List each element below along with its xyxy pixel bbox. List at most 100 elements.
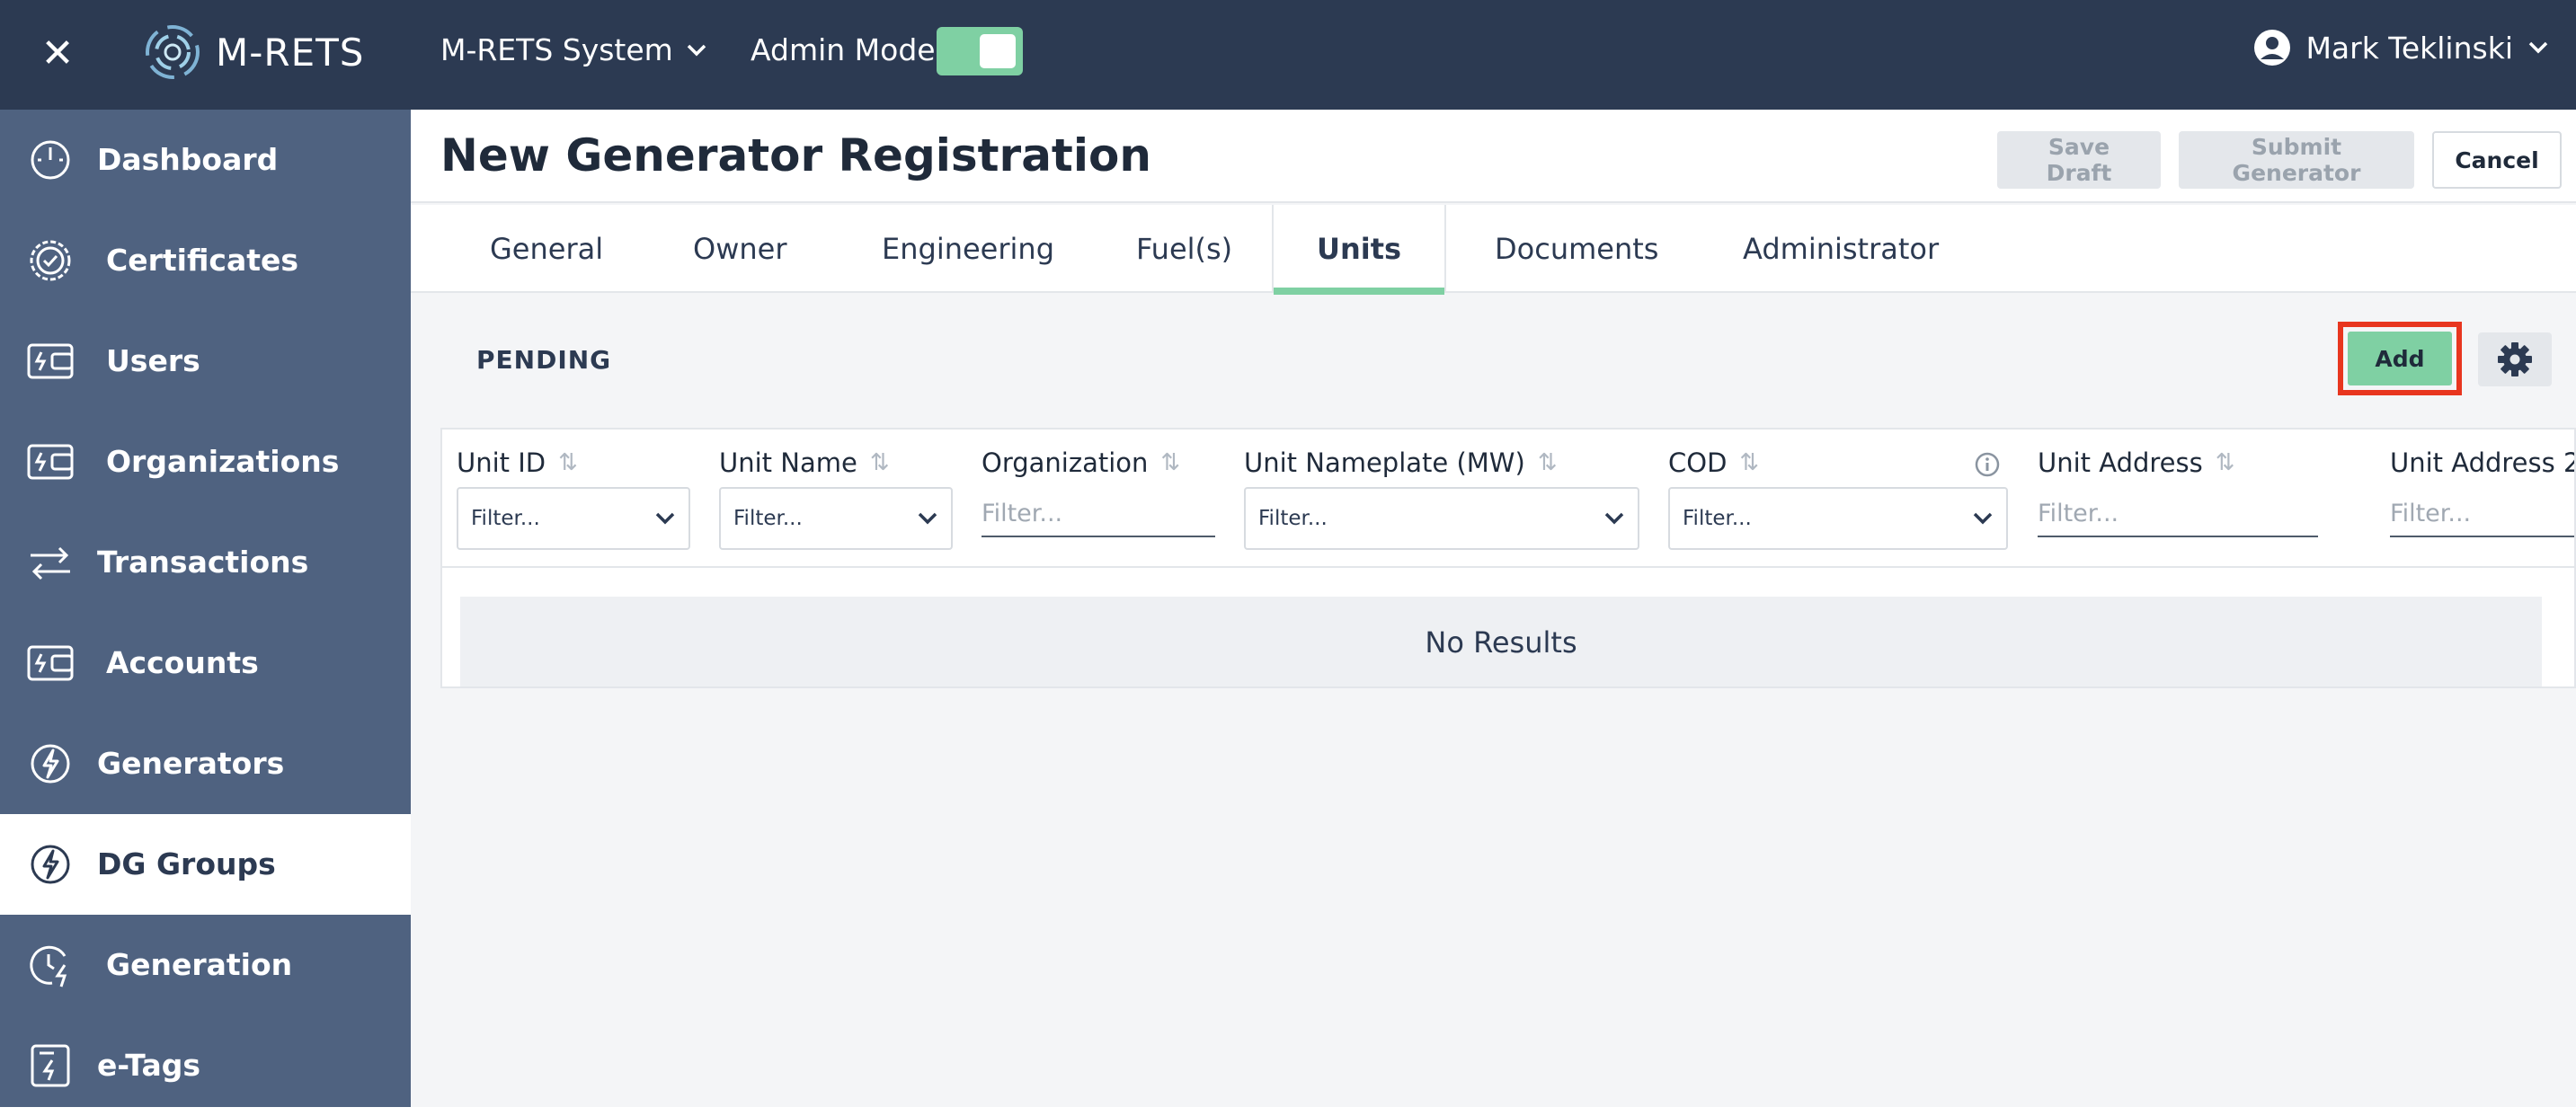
unit-nameplate-filter[interactable]: Filter... (1244, 487, 1639, 550)
sort-icon[interactable]: ⇅ (2216, 449, 2235, 476)
section-title: PENDING (476, 345, 612, 375)
save-draft-button[interactable]: Save Draft (1997, 131, 2161, 189)
filter-placeholder: Filter... (1683, 507, 1752, 530)
unit-address-2-filter-input[interactable] (2390, 491, 2574, 537)
sidebar-item-label: Organizations (106, 444, 340, 479)
sidebar-item-label: Generation (106, 947, 293, 982)
column-unit-name: Unit Name ⇅ Filter... (719, 447, 953, 550)
chevron-down-icon (1604, 512, 1624, 525)
dg-groups-icon (31, 845, 70, 884)
filter-placeholder: Filter... (733, 507, 803, 530)
organization-filter-input[interactable] (982, 491, 1215, 537)
sidebar-item-label: Accounts (106, 645, 259, 680)
filter-placeholder: Filter... (471, 507, 540, 530)
column-header: Unit Address (2038, 447, 2203, 478)
tab-fuels[interactable]: Fuel(s) (1136, 205, 1232, 293)
chevron-down-icon (687, 44, 706, 56)
sort-icon[interactable]: ⇅ (558, 449, 578, 476)
transactions-icon (31, 546, 70, 580)
tab-documents[interactable]: Documents (1495, 205, 1658, 293)
dashboard-icon (31, 140, 70, 180)
sidebar-item-label: Certificates (106, 243, 299, 278)
brand-name: M-RETS (216, 31, 365, 75)
sidebar-item-label: e-Tags (97, 1048, 201, 1083)
column-cod: COD ⇅ Filter... (1668, 447, 2008, 550)
column-unit-address: Unit Address ⇅ (2038, 447, 2318, 537)
tab-bar: General Owner Engineering Fuel(s) Units … (411, 205, 2576, 295)
main-content: New Generator Registration Save Draft Su… (411, 110, 2576, 1107)
table-divider (442, 566, 2574, 568)
chevron-down-icon (918, 512, 937, 525)
top-bar: ✕ M-RETS M-RETS System Admin Mode Mark T… (0, 0, 2576, 110)
chevron-down-icon (1973, 512, 1993, 525)
empty-state: No Results (460, 597, 2542, 686)
column-unit-nameplate: Unit Nameplate (MW) ⇅ Filter... (1244, 447, 1639, 550)
sidebar-item-label: Generators (97, 746, 285, 781)
gear-icon (2498, 342, 2532, 376)
column-header: Unit Name (719, 447, 857, 478)
certificate-icon (30, 240, 71, 281)
accounts-icon (27, 645, 74, 681)
sort-icon[interactable]: ⇅ (1739, 449, 1759, 476)
page-title: New Generator Registration (440, 129, 1151, 182)
filter-placeholder: Filter... (1258, 507, 1328, 530)
tab-engineering[interactable]: Engineering (882, 205, 1054, 293)
unit-name-filter[interactable]: Filter... (719, 487, 953, 550)
tab-administrator[interactable]: Administrator (1743, 205, 1939, 293)
sidebar-item-users[interactable]: Users (0, 311, 411, 412)
sidebar-item-certificates[interactable]: Certificates (0, 210, 411, 311)
sidebar-item-accounts[interactable]: Accounts (0, 613, 411, 713)
info-icon[interactable] (1974, 451, 2001, 478)
generation-icon (30, 945, 67, 988)
generators-icon (31, 744, 70, 784)
chevron-down-icon (655, 512, 675, 525)
tab-owner[interactable]: Owner (693, 205, 786, 293)
submit-generator-button[interactable]: Submit Generator (2179, 131, 2414, 189)
column-header: Unit Nameplate (MW) (1244, 447, 1525, 478)
sidebar-item-label: DG Groups (97, 846, 276, 881)
user-menu[interactable]: Mark Teklinski (2253, 29, 2549, 66)
m-rets-logo-icon (146, 25, 200, 79)
users-icon (27, 343, 74, 379)
close-icon[interactable]: ✕ (36, 32, 79, 75)
admin-mode-label: Admin Mode (751, 32, 936, 67)
column-header: Organization (982, 447, 1149, 478)
tab-units[interactable]: Units (1272, 205, 1446, 295)
sidebar-item-label: Dashboard (97, 142, 279, 177)
page-header: New Generator Registration Save Draft Su… (411, 110, 2576, 203)
sidebar-item-dashboard[interactable]: Dashboard (0, 110, 411, 210)
sidebar-item-label: Users (106, 343, 200, 378)
system-select-label: M-RETS System (440, 32, 673, 67)
unit-id-filter[interactable]: Filter... (457, 487, 690, 550)
etags-icon (31, 1044, 70, 1087)
sidebar-item-generation[interactable]: Generation (0, 915, 411, 1015)
cod-filter[interactable]: Filter... (1668, 487, 2008, 550)
toggle-knob (980, 34, 1016, 68)
tab-general[interactable]: General (490, 205, 603, 293)
sort-icon[interactable]: ⇅ (870, 449, 890, 476)
sidebar-item-generators[interactable]: Generators (0, 713, 411, 814)
chevron-down-icon (2528, 41, 2548, 54)
cancel-button[interactable]: Cancel (2432, 131, 2562, 189)
column-unit-id: Unit ID ⇅ Filter... (457, 447, 690, 550)
unit-address-filter-input[interactable] (2038, 491, 2318, 537)
sidebar-item-etags[interactable]: e-Tags (0, 1015, 411, 1116)
add-button[interactable]: Add (2348, 332, 2452, 385)
column-header: COD (1668, 447, 1728, 478)
sidebar: Dashboard Certificates Users Organizatio… (0, 110, 411, 1107)
units-table: Unit ID ⇅ Filter... Unit Name ⇅ Filter... … (440, 428, 2576, 688)
user-name: Mark Teklinski (2305, 30, 2513, 66)
sort-icon[interactable]: ⇅ (1538, 449, 1558, 476)
sort-icon[interactable]: ⇅ (1160, 449, 1180, 476)
admin-mode-toggle[interactable] (937, 27, 1023, 75)
organizations-icon (27, 444, 74, 480)
column-organization: Organization ⇅ (982, 447, 1215, 537)
sidebar-item-transactions[interactable]: Transactions (0, 512, 411, 613)
settings-button[interactable] (2478, 332, 2552, 386)
sidebar-item-organizations[interactable]: Organizations (0, 412, 411, 512)
system-select[interactable]: M-RETS System (440, 32, 707, 67)
sidebar-item-label: Transactions (97, 545, 309, 580)
column-unit-address-2: Unit Address 2 (2390, 447, 2574, 537)
column-header: Unit ID (457, 447, 546, 478)
sidebar-item-dg-groups[interactable]: DG Groups (0, 814, 411, 915)
